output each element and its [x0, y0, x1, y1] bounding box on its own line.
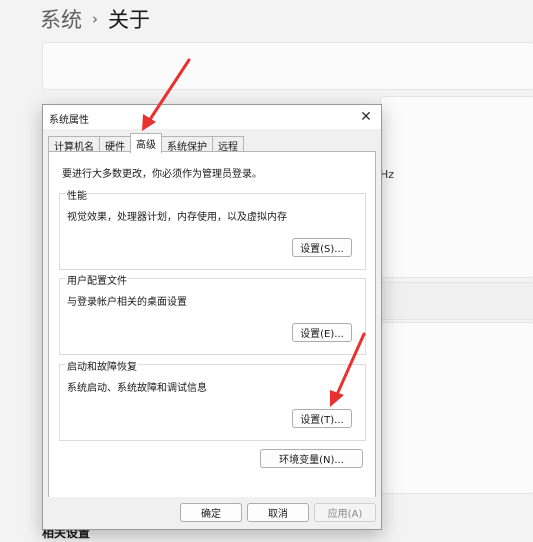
performance-group: 性能 视觉效果，处理器计划，内存使用，以及虚拟内存 设置(S)...	[59, 187, 366, 270]
user-profiles-group: 用户配置文件 与登录帐户相关的桌面设置 设置(E)...	[59, 272, 366, 355]
dialog-title: 系统属性	[49, 115, 89, 126]
environment-variables-button[interactable]: 环境变量(N)...	[260, 449, 363, 468]
settings-card	[380, 96, 533, 278]
apply-button[interactable]: 应用(A)	[314, 503, 376, 522]
system-properties-dialog: 系统属性 ✕ 计算机名 硬件 高级 系统保护 远程 要进行大多数更改，你必须作为…	[42, 104, 382, 530]
group-label: 启动和故障恢复	[66, 358, 138, 373]
dialog-titlebar[interactable]: 系统属性 ✕	[43, 105, 381, 129]
startup-recovery-settings-button[interactable]: 设置(T)...	[292, 409, 352, 428]
breadcrumb: 系统 › 关于	[40, 4, 150, 34]
ok-button[interactable]: 确定	[180, 503, 242, 522]
settings-card	[380, 282, 533, 320]
settings-card	[42, 42, 533, 90]
settings-card	[380, 322, 533, 494]
dialog-footer: 确定 取消 应用(A)	[43, 497, 381, 529]
performance-settings-button[interactable]: 设置(S)...	[292, 238, 352, 257]
cancel-button[interactable]: 取消	[247, 503, 309, 522]
close-icon[interactable]: ✕	[353, 107, 379, 127]
chevron-right-icon: ›	[92, 10, 98, 28]
group-label: 性能	[66, 187, 88, 202]
refresh-rate-fragment: Hz	[380, 168, 395, 181]
group-label: 用户配置文件	[66, 272, 128, 287]
admin-note: 要进行大多数更改，你必须作为管理员登录。	[62, 169, 262, 180]
group-description: 与登录帐户相关的桌面设置	[67, 297, 187, 308]
breadcrumb-parent[interactable]: 系统	[40, 4, 82, 34]
group-description: 视觉效果，处理器计划，内存使用，以及虚拟内存	[67, 212, 287, 223]
tab-bar: 计算机名 硬件 高级 系统保护 远程	[48, 133, 244, 153]
page-title: 关于	[108, 8, 150, 32]
group-description: 系统启动、系统故障和调试信息	[67, 383, 207, 394]
user-profiles-settings-button[interactable]: 设置(E)...	[292, 323, 352, 342]
advanced-tab-panel: 要进行大多数更改，你必须作为管理员登录。 性能 视觉效果，处理器计划，内存使用，…	[48, 151, 376, 498]
tab-advanced[interactable]: 高级	[130, 133, 162, 153]
startup-recovery-group: 启动和故障恢复 系统启动、系统故障和调试信息 设置(T)...	[59, 358, 366, 441]
